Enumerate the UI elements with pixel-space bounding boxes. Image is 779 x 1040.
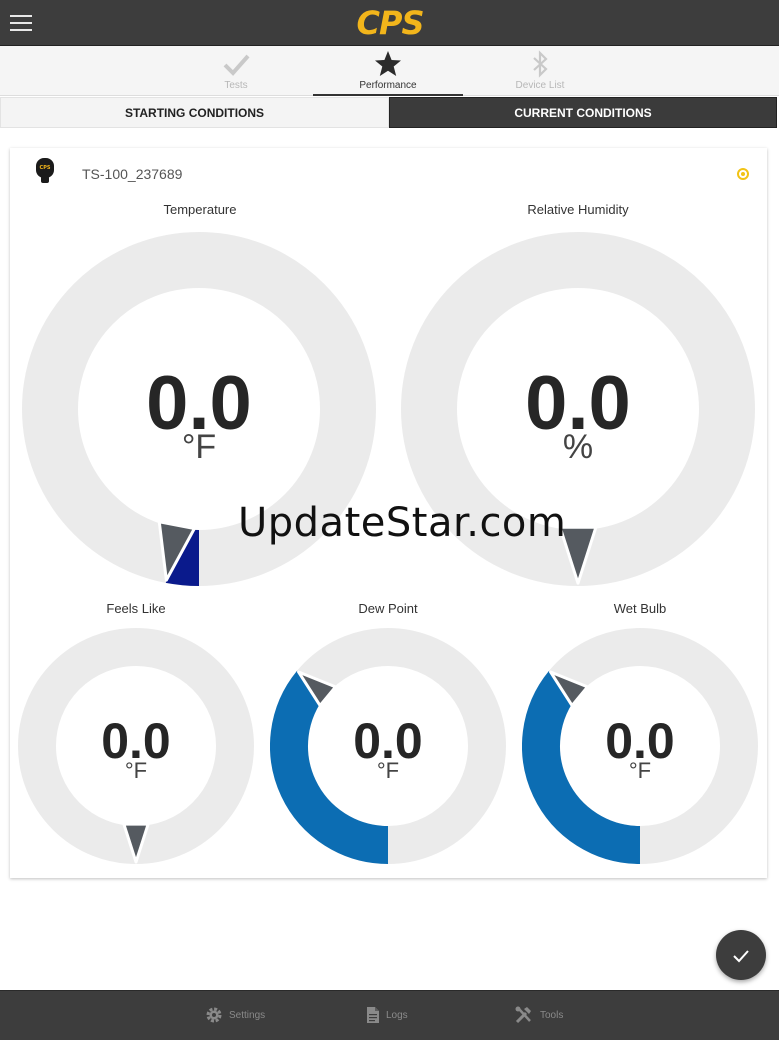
- svg-text:CPS: CPS: [40, 165, 51, 171]
- tools-icon: [515, 1006, 531, 1024]
- temperature-unit: °F: [181, 428, 217, 466]
- settings-tab[interactable]: Settings: [205, 991, 265, 1040]
- watermark-text: UpdateStar.com: [238, 500, 567, 546]
- settings-label: Settings: [229, 1010, 266, 1021]
- humidity-title: Relative Humidity: [527, 202, 629, 217]
- sensor-device-icon: CPS: [36, 158, 54, 183]
- tab-device-list[interactable]: Device List: [465, 46, 615, 96]
- tools-tab[interactable]: Tools: [514, 991, 563, 1040]
- feels-like-unit: °F: [124, 758, 148, 783]
- tab-device-list-label: Device List: [515, 80, 565, 91]
- device-header[interactable]: CPS TS-100_237689: [10, 148, 767, 198]
- tools-label: Tools: [540, 1010, 564, 1021]
- check-icon: [733, 950, 749, 963]
- nav-tabs: Tests Performance Device List: [0, 46, 779, 96]
- feels-like-title: Feels Like: [106, 601, 166, 616]
- feels-like-gauge: 0.0 °F: [18, 628, 254, 864]
- connection-status-icon: [737, 168, 749, 180]
- checkmark-icon: [161, 46, 311, 80]
- tab-tests-label: Tests: [224, 80, 248, 91]
- dew-point-gauge: 0.0 °F: [270, 628, 506, 864]
- tab-performance[interactable]: Performance: [313, 46, 463, 96]
- wet-bulb-title: Wet Bulb: [613, 601, 667, 616]
- temperature-title: Temperature: [163, 202, 237, 217]
- app-root: CPS Tests Performance Device List STARTI…: [0, 0, 779, 1040]
- wet-bulb-unit: °F: [628, 758, 652, 783]
- humidity-unit: %: [562, 428, 594, 466]
- confirm-fab-button[interactable]: [716, 930, 766, 980]
- conditions-toggle: STARTING CONDITIONS CURRENT CONDITIONS: [0, 97, 779, 128]
- tab-performance-label: Performance: [359, 80, 417, 91]
- bluetooth-icon: [465, 46, 615, 80]
- cps-logo: CPS: [356, 4, 425, 42]
- logs-label: Logs: [386, 1010, 408, 1021]
- top-bar: CPS: [0, 0, 779, 46]
- current-conditions-button[interactable]: CURRENT CONDITIONS: [389, 97, 777, 128]
- tab-tests[interactable]: Tests: [161, 46, 311, 96]
- star-icon: [313, 46, 463, 80]
- dew-point-title: Dew Point: [358, 601, 418, 616]
- gear-icon: [206, 1007, 222, 1023]
- document-icon: [367, 1007, 379, 1024]
- device-name: TS-100_237689: [82, 166, 183, 182]
- wet-bulb-gauge: 0.0 °F: [522, 628, 758, 864]
- bottom-bar: Settings Logs Tools: [0, 990, 779, 1040]
- starting-conditions-button[interactable]: STARTING CONDITIONS: [0, 97, 389, 128]
- hamburger-menu-icon[interactable]: [10, 15, 32, 31]
- dew-point-unit: °F: [376, 758, 400, 783]
- logs-tab[interactable]: Logs: [366, 991, 408, 1040]
